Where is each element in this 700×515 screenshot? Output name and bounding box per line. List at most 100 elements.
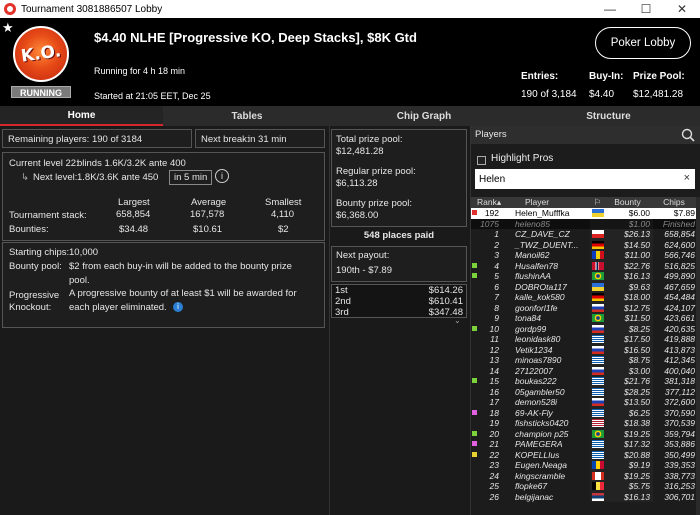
country-flag-icon [590, 429, 605, 440]
next-level-label: Next level: [33, 172, 78, 183]
player-rank: 4 [494, 260, 499, 271]
stack-box: Tournament stack: 658,854 167,578 4,110 … [2, 209, 325, 241]
player-note-icon [471, 219, 477, 230]
player-row[interactable]: 8 goonforl1fe $12.75 424,107 [471, 303, 700, 314]
player-row[interactable]: 10 gordp99 $8.25 420,635 [471, 324, 700, 335]
player-row[interactable]: 18 69-AK-Fly $6.25 370,590 [471, 408, 700, 419]
player-row[interactable]: 19 fishsticks0420 $18.38 370,539 [471, 418, 700, 429]
tab-home[interactable]: Home [0, 106, 163, 126]
progressive-info-icon[interactable]: i [173, 302, 183, 312]
player-row[interactable]: 1075 helenо85 $1.00 Finished [471, 218, 700, 230]
player-name: leonidask80 [515, 334, 561, 344]
player-row[interactable]: 2 _TWZ_DUENT... $14.50 624,600 [471, 240, 700, 251]
highlight-pros-checkbox[interactable] [477, 156, 486, 165]
country-flag-icon [590, 492, 605, 503]
player-row[interactable]: 11 leonidask80 $17.50 419,888 [471, 334, 700, 345]
player-row[interactable]: 5 flushinAA $16.13 499,890 [471, 271, 700, 282]
maximize-button[interactable]: ☐ [628, 0, 664, 18]
player-bounty: $19.25 [605, 429, 653, 440]
player-row[interactable]: 20 champion p25 $19.25 359,794 [471, 429, 700, 440]
player-row[interactable]: 23 Eugen.Neaga $9.19 339,353 [471, 460, 700, 471]
flag-column-icon[interactable]: ⚐ [590, 197, 605, 208]
player-note-icon [471, 334, 477, 345]
next-payout-box: Next payout: 190th - $7.89 [331, 246, 467, 282]
player-rank: 2 [494, 239, 499, 250]
buyin-value: $4.40 [589, 89, 615, 100]
player-note-icon [471, 492, 477, 503]
payout-place: 2nd [335, 296, 351, 307]
col-player[interactable]: Player [503, 197, 590, 208]
poker-lobby-button[interactable]: Poker Lobby [595, 27, 691, 59]
starting-chips-label: Starting chips: [9, 247, 70, 258]
player-row[interactable]: 3 Manoil62 $11.00 566,746 [471, 250, 700, 261]
minimize-button[interactable]: — [592, 0, 628, 18]
player-name: Vetik1234 [515, 344, 553, 355]
country-flag-icon [590, 313, 605, 324]
player-row[interactable]: 26 belgijanac $16.13 306,701 [471, 492, 700, 503]
player-bounty: $14.50 [605, 240, 653, 251]
player-name: CZ_DAVE_CZ [515, 229, 570, 239]
player-rank: 5 [494, 271, 499, 281]
player-rank: 13 [489, 355, 499, 365]
player-row[interactable]: 21 PAMEGERA $17.32 353,886 [471, 439, 700, 450]
player-row[interactable]: 16 05gambler50 $28.25 377,112 [471, 387, 700, 398]
country-flag-icon [590, 450, 605, 461]
player-row[interactable]: 4 Husalfen78 $22.76 516,825 [471, 261, 700, 272]
tab-structure[interactable]: Structure [517, 106, 700, 126]
player-rank: 11 [490, 334, 499, 344]
tab-chip-graph[interactable]: Chip Graph [331, 106, 517, 126]
player-row[interactable]: 13 minoas7890 $8.75 412,345 [471, 355, 700, 366]
country-flag-icon [590, 471, 605, 482]
payout-place: 3rd [335, 307, 349, 318]
col-bounty[interactable]: Bounty [605, 197, 653, 208]
player-note-icon [471, 429, 477, 440]
tournament-title: $4.40 NLHE [Progressive KO, Deep Stacks]… [94, 30, 417, 45]
close-button[interactable]: ✕ [664, 0, 700, 18]
info-icon[interactable]: i [215, 169, 229, 183]
player-chips: 658,854 [664, 229, 695, 239]
col-rank[interactable]: Rank▴ [477, 197, 503, 208]
next-level-timer: in 5 min [169, 170, 213, 185]
player-name: Husalfen78 [515, 260, 559, 271]
player-row[interactable]: 14 27122007 $3.00 400,040 [471, 366, 700, 377]
player-search-input[interactable] [475, 169, 695, 189]
player-row[interactable]: 192 Helen_Mufffka $6.00 $7.89 [471, 208, 700, 219]
player-note-icon [471, 303, 477, 314]
payout-list[interactable]: 1st $614.26 2nd $610.41 3rd $347.48 [331, 284, 467, 318]
player-rank: 1 [494, 229, 499, 239]
player-chips: 624,600 [664, 239, 695, 250]
next-break-label: Next break: [201, 134, 250, 145]
player-row[interactable]: 22 KOPELLIus $20.88 350,499 [471, 450, 700, 461]
player-chips: 370,590 [664, 407, 695, 418]
player-row[interactable]: 25 flopke67 $5.75 316,253 [471, 481, 700, 492]
clear-search-icon[interactable]: × [684, 172, 690, 184]
player-row[interactable]: 24 kingscramble $19.25 338,773 [471, 471, 700, 482]
player-name: minoas7890 [515, 355, 562, 365]
player-row[interactable]: 7 kalle_kok580 $18.00 454,484 [471, 292, 700, 303]
search-icon[interactable] [681, 128, 695, 142]
player-rank: 12 [489, 344, 499, 355]
tab-tables[interactable]: Tables [163, 106, 331, 126]
player-note-icon [471, 481, 477, 492]
player-bounty: $9.19 [605, 460, 653, 471]
col-chips[interactable]: Chips [653, 197, 700, 208]
country-flag-icon [590, 397, 605, 408]
progressive-label-1: Progressive [9, 290, 60, 301]
badge-text: K.O. [19, 41, 63, 67]
player-row[interactable]: 17 demon528i $13.50 372,600 [471, 397, 700, 408]
players-scrollbar[interactable] [696, 197, 700, 515]
next-payout-value: 190th - $7.89 [336, 265, 392, 276]
player-rank: 23 [489, 460, 499, 470]
bounty-prize-value: $6,368.00 [336, 210, 379, 221]
player-row[interactable]: 1 CZ_DAVE_CZ $26.13 658,854 [471, 229, 700, 240]
player-row[interactable]: 9 tona84 $11.50 423,661 [471, 313, 700, 324]
player-row[interactable]: 15 boukas222 $21.76 381,318 [471, 376, 700, 387]
favorite-star-icon[interactable]: ★ [2, 20, 14, 36]
player-chips: 566,746 [664, 250, 695, 260]
regular-prize-label: Regular prize pool: [336, 166, 416, 177]
player-row[interactable]: 12 Vetik1234 $16.50 413,873 [471, 345, 700, 356]
player-note-icon [471, 345, 477, 356]
next-break-box: Next break: in 31 min [195, 129, 325, 148]
player-row[interactable]: 6 DOBROta117 $9.63 467,659 [471, 282, 700, 293]
expand-chevron-icon[interactable]: ⌄ [454, 316, 461, 325]
